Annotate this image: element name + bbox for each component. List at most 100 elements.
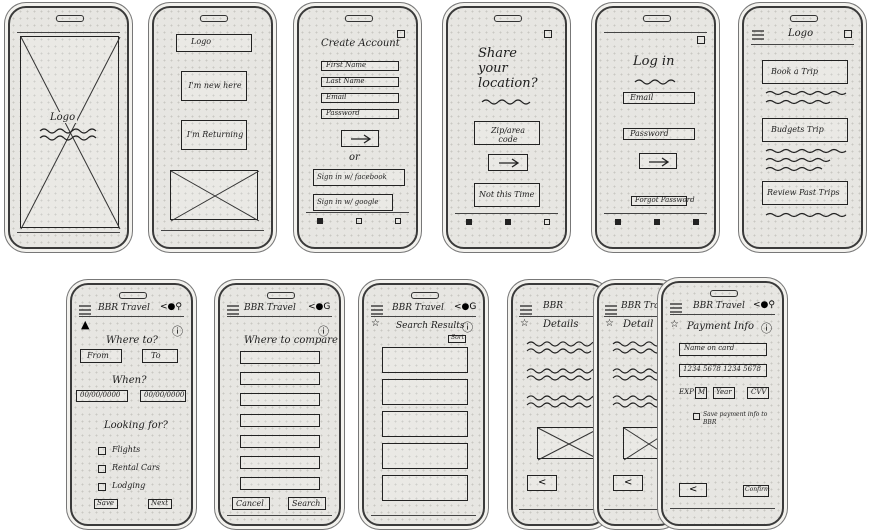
compare-option-1[interactable] bbox=[240, 351, 320, 364]
date-from-field[interactable]: 00/00/0000 bbox=[76, 390, 128, 402]
help-icon[interactable] bbox=[397, 30, 405, 38]
arrow-right-icon bbox=[499, 158, 520, 168]
new-here-button[interactable]: I'm new here bbox=[181, 71, 247, 101]
book-trip-button[interactable]: Book a Trip bbox=[762, 60, 848, 84]
nav-search-icon[interactable] bbox=[654, 219, 660, 225]
email-field[interactable]: Email bbox=[623, 92, 695, 104]
phone-speaker bbox=[410, 292, 439, 299]
splash-logo: Logo bbox=[48, 112, 78, 123]
review-trips-button[interactable]: Review Past Trips bbox=[762, 181, 848, 205]
submit-arrow-button[interactable] bbox=[488, 154, 528, 171]
nav-profile-icon[interactable] bbox=[544, 219, 550, 225]
last-name-field[interactable]: Last Name bbox=[321, 77, 399, 87]
share-search-icons[interactable]: <●G bbox=[308, 302, 330, 312]
hamburger-menu-icon[interactable] bbox=[752, 30, 764, 40]
result-card-3[interactable] bbox=[382, 411, 468, 437]
name-on-card-field[interactable]: Name on card bbox=[679, 343, 767, 356]
nav-home-icon[interactable] bbox=[615, 219, 621, 225]
back-button[interactable]: < bbox=[679, 483, 707, 497]
compare-title: Where to compare? bbox=[244, 335, 341, 346]
not-this-time-button[interactable]: Not this Time bbox=[474, 183, 540, 207]
back-button[interactable]: < bbox=[527, 475, 557, 491]
sort-button[interactable]: Sort bbox=[448, 334, 466, 343]
brand-name: BBR bbox=[543, 301, 564, 311]
email-field[interactable]: Email bbox=[321, 93, 399, 103]
cancel-button[interactable]: Cancel bbox=[232, 497, 270, 510]
help-icon[interactable] bbox=[697, 36, 705, 44]
or-divider: or bbox=[349, 152, 360, 163]
nav-profile-icon[interactable] bbox=[395, 218, 401, 224]
nav-search-icon[interactable] bbox=[505, 219, 511, 225]
hamburger-menu-icon[interactable] bbox=[670, 303, 682, 313]
submit-arrow-button[interactable] bbox=[341, 130, 379, 147]
returning-button[interactable]: I'm Returning bbox=[181, 120, 247, 150]
result-card-1[interactable] bbox=[382, 347, 468, 373]
forgot-password-button[interactable]: Forgot Password bbox=[631, 196, 695, 206]
compare-option-4[interactable] bbox=[240, 414, 320, 427]
confirm-button[interactable]: Confirm bbox=[743, 485, 770, 497]
zip-code-field[interactable]: Zip/area code bbox=[474, 121, 540, 145]
nav-home-icon[interactable] bbox=[317, 218, 323, 224]
first-name-field[interactable]: First Name bbox=[321, 61, 399, 71]
compare-option-6[interactable] bbox=[240, 456, 320, 469]
image-placeholder bbox=[170, 170, 260, 222]
result-card-2[interactable] bbox=[382, 379, 468, 405]
exp-year-field[interactable]: Year bbox=[713, 387, 735, 399]
exp-month-field[interactable]: M bbox=[695, 387, 707, 399]
phone-speaker bbox=[199, 15, 228, 22]
budget-trip-button[interactable]: Budgets Trip bbox=[762, 118, 848, 142]
payment-title: Payment Info bbox=[687, 321, 755, 332]
brand-name: BBR Travel bbox=[244, 303, 296, 313]
cvv-field[interactable]: CVV bbox=[747, 387, 769, 399]
nav-profile-icon[interactable] bbox=[693, 219, 699, 225]
help-icon[interactable]: ⓘ bbox=[172, 323, 183, 339]
to-field[interactable]: To bbox=[142, 349, 178, 363]
nav-home-icon[interactable] bbox=[466, 219, 472, 225]
search-button[interactable]: Search bbox=[288, 497, 326, 510]
submit-arrow-button[interactable] bbox=[639, 153, 677, 169]
home-icon[interactable]: ▲ bbox=[81, 318, 89, 331]
date-to-field[interactable]: 00/00/0000 bbox=[140, 390, 186, 402]
rental-cars-checkbox[interactable] bbox=[98, 465, 106, 473]
help-icon[interactable] bbox=[544, 30, 552, 38]
help-icon[interactable]: ⓘ bbox=[761, 320, 772, 336]
hamburger-menu-icon[interactable] bbox=[520, 305, 532, 315]
lodging-checkbox[interactable] bbox=[98, 483, 106, 491]
hamburger-menu-icon[interactable] bbox=[371, 305, 383, 315]
result-card-4[interactable] bbox=[382, 443, 468, 469]
share-search-icons[interactable]: <●⚲ bbox=[160, 302, 182, 312]
home-icon[interactable]: ☆ bbox=[670, 319, 679, 330]
result-card-5[interactable] bbox=[382, 475, 468, 501]
facebook-signin-button[interactable]: Sign in w/ facebook bbox=[313, 169, 405, 186]
home-icon[interactable]: ☆ bbox=[371, 318, 380, 329]
hamburger-menu-icon[interactable] bbox=[227, 305, 239, 315]
phone-speaker bbox=[789, 15, 818, 22]
password-field[interactable]: Password bbox=[623, 128, 695, 140]
google-signin-button[interactable]: Sign in w/ google bbox=[313, 194, 393, 211]
compare-option-2[interactable] bbox=[240, 372, 320, 385]
phone-speaker bbox=[344, 15, 373, 22]
next-button[interactable]: Next bbox=[148, 499, 172, 509]
hamburger-menu-icon[interactable] bbox=[79, 305, 91, 315]
wireframe-payment-screen: BBR Travel <●⚲ ☆ Payment Info ⓘ Name on … bbox=[661, 281, 784, 526]
flights-label: Flights bbox=[112, 445, 141, 454]
home-icon[interactable]: ☆ bbox=[605, 318, 614, 329]
home-icon[interactable]: ☆ bbox=[520, 318, 529, 329]
hamburger-menu-icon[interactable] bbox=[605, 305, 617, 315]
save-payment-checkbox[interactable] bbox=[693, 413, 700, 420]
compare-option-7[interactable] bbox=[240, 477, 320, 490]
password-field[interactable]: Password bbox=[321, 109, 399, 119]
back-button[interactable]: < bbox=[613, 475, 643, 491]
chevron-left-icon: < bbox=[624, 477, 633, 488]
help-icon[interactable] bbox=[844, 30, 852, 38]
card-number-field[interactable]: 1234 5678 1234 5678 bbox=[679, 364, 767, 377]
from-field[interactable]: From bbox=[80, 349, 122, 363]
share-search-icons[interactable]: <●⚲ bbox=[753, 300, 775, 310]
share-search-icons[interactable]: <●G bbox=[454, 302, 476, 312]
compare-option-5[interactable] bbox=[240, 435, 320, 448]
save-button[interactable]: Save bbox=[94, 499, 118, 509]
flights-checkbox[interactable] bbox=[98, 447, 106, 455]
compare-option-3[interactable] bbox=[240, 393, 320, 406]
detail-title: Detail bbox=[623, 319, 654, 330]
nav-search-icon[interactable] bbox=[356, 218, 362, 224]
